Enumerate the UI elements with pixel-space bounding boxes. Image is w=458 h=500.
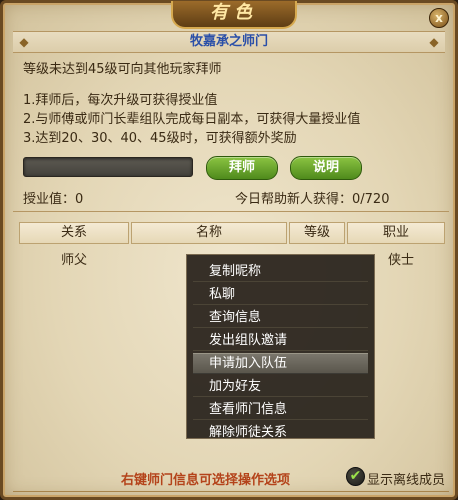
menu-item-add-friend[interactable]: 加为好友 bbox=[193, 376, 368, 397]
column-header-level[interactable]: 等级 bbox=[289, 222, 345, 244]
column-header-class[interactable]: 职业 bbox=[347, 222, 445, 244]
close-icon[interactable]: x bbox=[429, 8, 449, 28]
menu-item-send-team-invite[interactable]: 发出组队邀请 bbox=[193, 330, 368, 351]
rule-1: 1.拜师后，每次升级可获得授业值 bbox=[23, 93, 218, 108]
window-title-art: 有色 bbox=[171, 1, 297, 29]
teaching-points: 授业值：0 bbox=[23, 192, 84, 207]
subtitle-bar: ◆ 牧嘉承之师门 ◆ bbox=[13, 31, 445, 53]
sect-title: 牧嘉承之师门 bbox=[189, 34, 268, 49]
rule-2: 2.与师傅或师门长辈组队完成每日副本，可获得大量授业值 bbox=[23, 112, 361, 127]
menu-item-request-join-team[interactable]: 申请加入队伍 bbox=[193, 353, 368, 374]
column-header-relation[interactable]: 关系 bbox=[19, 222, 129, 244]
master-name-input[interactable] bbox=[23, 157, 193, 177]
context-menu: 复制昵称 私聊 查询信息 发出组队邀请 申请加入队伍 加为好友 查看师门信息 解… bbox=[186, 254, 375, 440]
explain-button[interactable]: 说明 bbox=[290, 156, 362, 180]
menu-item-view-sect-info[interactable]: 查看师门信息 bbox=[193, 399, 368, 420]
show-offline-label[interactable]: 显示离线成员 bbox=[367, 469, 445, 488]
right-click-hint: 右键师门信息可选择操作选项 bbox=[121, 473, 291, 488]
checkmark-icon[interactable]: ✔ bbox=[346, 467, 365, 486]
row-class: 侠士 bbox=[388, 253, 415, 268]
bottom-divider bbox=[13, 491, 449, 495]
column-header-name[interactable]: 名称 bbox=[131, 222, 287, 244]
daily-help-count: 今日帮助新人获得：0/720 bbox=[235, 192, 390, 207]
menu-item-dissolve-relationship[interactable]: 解除师徒关系 bbox=[193, 422, 368, 443]
level-notice: 等级未达到45级可向其他玩家拜师 bbox=[23, 62, 222, 77]
diamond-ornament-icon: ◆ bbox=[429, 35, 439, 49]
menu-item-query-info[interactable]: 查询信息 bbox=[193, 307, 368, 328]
row-relation: 师父 bbox=[61, 253, 88, 268]
apprentice-button[interactable]: 拜师 bbox=[206, 156, 278, 180]
menu-item-private-chat[interactable]: 私聊 bbox=[193, 284, 368, 305]
rule-3: 3.达到20、30、40、45级时，可获得额外奖励 bbox=[23, 131, 297, 146]
menu-item-copy-nickname[interactable]: 复制昵称 bbox=[193, 261, 368, 282]
divider bbox=[13, 211, 449, 212]
master-apprentice-window: 有色 x ◆ 牧嘉承之师门 ◆ 等级未达到45级可向其他玩家拜师 1.拜师后，每… bbox=[0, 0, 458, 500]
